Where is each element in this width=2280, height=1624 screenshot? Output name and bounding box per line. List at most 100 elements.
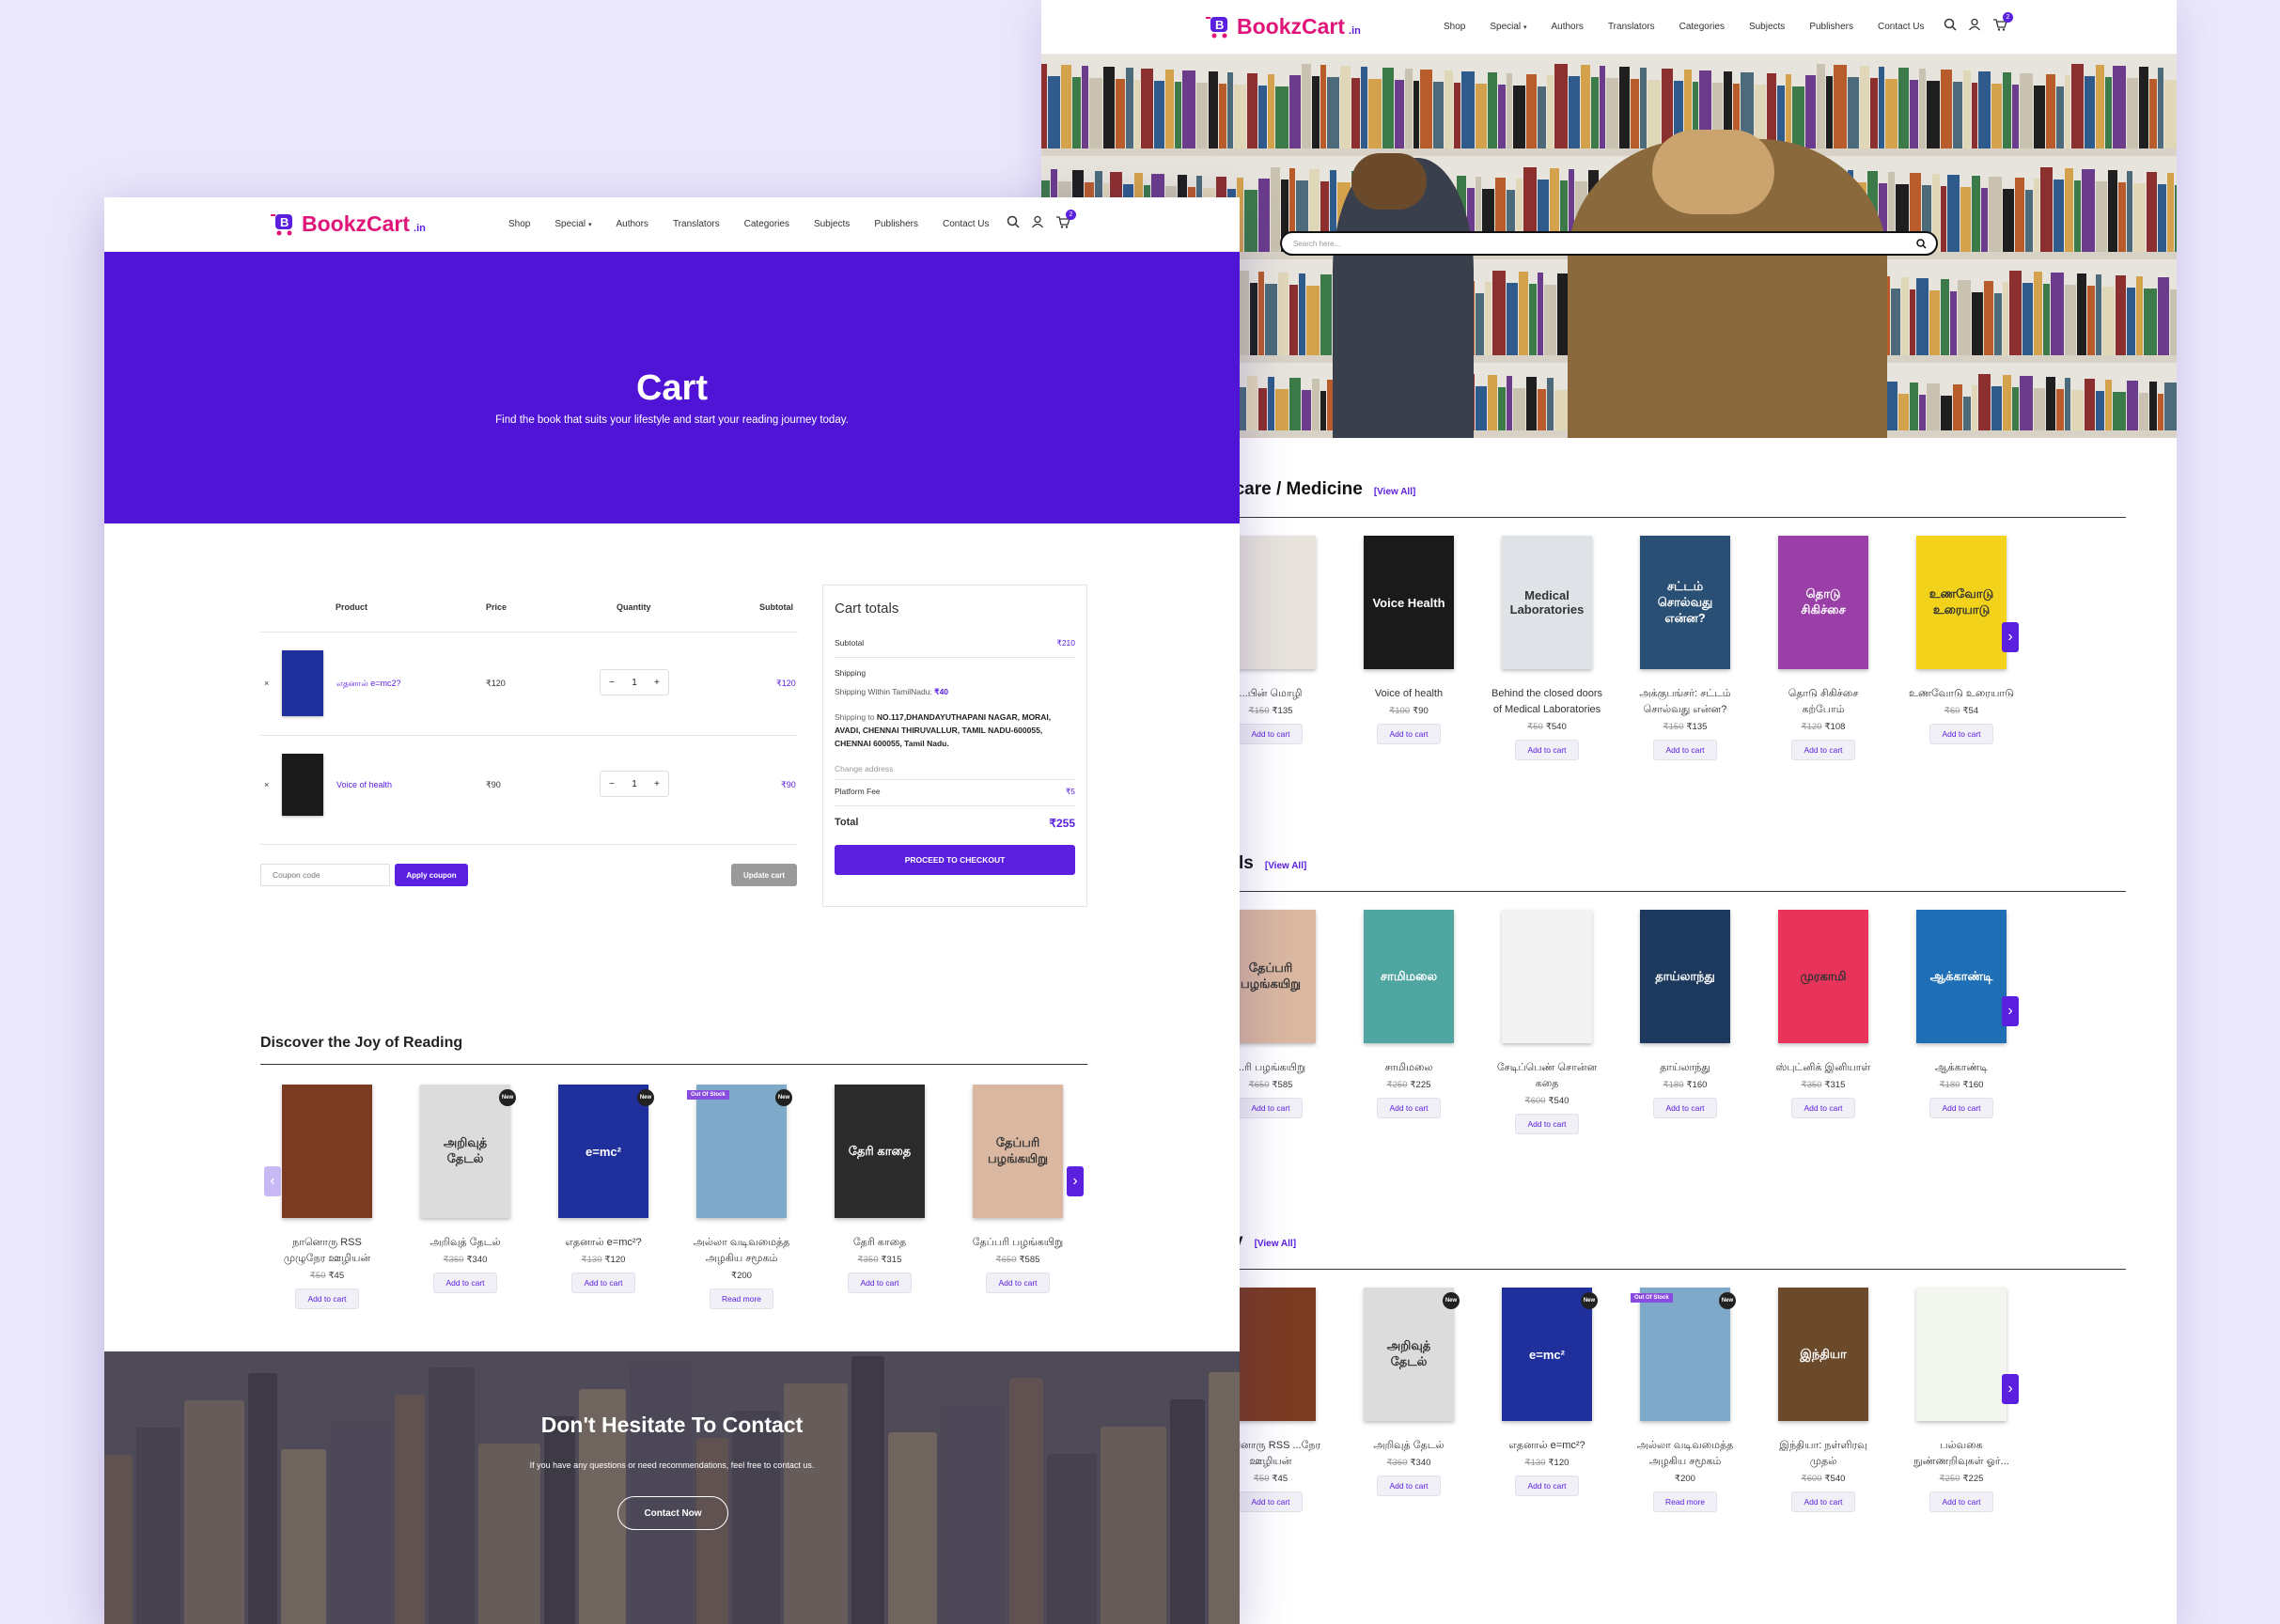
add-to-cart-button[interactable]: Add to cart — [433, 1273, 497, 1293]
item-thumbnail[interactable] — [282, 754, 323, 816]
book-title[interactable]: Voice of health — [1352, 686, 1465, 702]
book-title[interactable]: தேரி காதை — [823, 1235, 936, 1251]
add-to-cart-button[interactable]: Add to cart — [1653, 740, 1717, 760]
book-card[interactable]: New Out Of Stock அல்லா வடிவமைத்த அழகிய சமூ… — [1629, 1288, 1741, 1512]
update-cart-button[interactable]: Update cart — [731, 864, 797, 886]
add-to-cart-button[interactable]: Add to cart — [848, 1273, 912, 1293]
search-icon[interactable] — [1007, 215, 1020, 233]
add-to-cart-button[interactable]: Add to cart — [1377, 724, 1441, 744]
remove-item-button[interactable]: × — [264, 679, 269, 688]
nav-contact[interactable]: Contact Us — [1878, 22, 1924, 32]
add-to-cart-button[interactable]: Add to cart — [1791, 740, 1855, 760]
book-cover[interactable]: இந்தியா — [1778, 1288, 1868, 1421]
carousel-prev-button[interactable]: ‹ — [264, 1166, 281, 1196]
read-more-button[interactable]: Read more — [709, 1288, 774, 1309]
carousel-next-button[interactable]: › — [2002, 1374, 2019, 1404]
nav-special[interactable]: Special ▾ — [1490, 22, 1526, 32]
book-cover[interactable]: சட்டம் சொல்வது என்ன? — [1640, 536, 1730, 669]
brand-logo[interactable]: B BookzCart .in — [1205, 14, 1361, 39]
add-to-cart-button[interactable]: Add to cart — [1377, 1098, 1441, 1118]
nav-translators[interactable]: Translators — [1608, 22, 1655, 32]
book-title[interactable]: தேப்பரி பழங்கயிறு — [961, 1235, 1074, 1251]
nav-publishers[interactable]: Publishers — [874, 219, 918, 229]
brand-logo[interactable]: B BookzCart .in — [270, 211, 426, 237]
book-card[interactable]: சேடிப்பெண் சொன்ன கதை ₹600 ₹540 Add to cart — [1491, 910, 1603, 1134]
book-card[interactable]: e=mc² New எதனால் e=mc²? ₹130 ₹120 Add to cart — [547, 1085, 660, 1293]
book-cover[interactable]: உணவோடு உரையாடு — [1916, 536, 2007, 669]
book-card[interactable]: தொடு சிகிச்சை தொடு சிகிச்சை கற்போம் ₹120 ₹1… — [1767, 536, 1880, 760]
nav-categories[interactable]: Categories — [1679, 22, 1725, 32]
book-card[interactable]: அறிவுத் தேடல் New அறிவுத் தேடல் ₹360 ₹340 Add… — [1352, 1288, 1465, 1496]
search-icon[interactable] — [1944, 18, 1957, 36]
apply-coupon-button[interactable]: Apply coupon — [395, 864, 468, 886]
nav-subjects[interactable]: Subjects — [1749, 22, 1785, 32]
book-card[interactable]: ஆக்காண்டி ஆக்காண்டி ₹180 ₹160 Add to cart — [1905, 910, 2018, 1118]
nav-shop[interactable]: Shop — [1444, 22, 1465, 32]
add-to-cart-button[interactable]: Add to cart — [1929, 1491, 1993, 1512]
add-to-cart-button[interactable]: Add to cart — [1515, 1114, 1579, 1134]
book-title[interactable]: இந்தியா: நள்ளிரவு முதல் — [1767, 1438, 1880, 1470]
book-card[interactable]: பல்வகை நுண்ணறிவுகள் ஓர்... ₹250 ₹225 Add to… — [1905, 1288, 2018, 1512]
book-cover[interactable]: ஆக்காண்டி — [1916, 910, 2007, 1043]
nav-authors[interactable]: Authors — [1551, 22, 1583, 32]
add-to-cart-button[interactable]: Add to cart — [986, 1273, 1050, 1293]
nav-subjects[interactable]: Subjects — [814, 219, 850, 229]
book-card[interactable]: நானொரு RSS முழுநேர ஊழியன் ₹50 ₹45 Add to ca… — [271, 1085, 383, 1309]
book-title[interactable]: பல்வகை நுண்ணறிவுகள் ஓர்... — [1905, 1438, 2018, 1470]
cart-icon[interactable]: 2 — [1992, 12, 2013, 36]
nav-authors[interactable]: Authors — [616, 219, 648, 229]
book-cover[interactable]: Medical Laboratories — [1502, 536, 1592, 669]
item-name[interactable]: எதனால் e=mc2? — [336, 679, 401, 690]
nav-special[interactable]: Special ▾ — [554, 219, 591, 229]
add-to-cart-button[interactable]: Add to cart — [1791, 1098, 1855, 1118]
book-cover[interactable]: சாமிமலை — [1364, 910, 1454, 1043]
contact-now-button[interactable]: Contact Now — [617, 1496, 728, 1530]
book-cover[interactable]: e=mc² New — [558, 1085, 654, 1218]
book-cover[interactable]: e=mc² New — [1502, 1288, 1598, 1421]
minus-button[interactable]: − — [609, 678, 615, 688]
book-title[interactable]: சாமிமலை — [1352, 1060, 1465, 1076]
book-title[interactable]: ஆக்காண்டி — [1905, 1060, 2018, 1076]
book-cover[interactable]: தேரி காதை — [835, 1085, 925, 1218]
book-cover[interactable]: தாய்லாந்து — [1640, 910, 1730, 1043]
carousel-next-button[interactable]: › — [1067, 1166, 1084, 1196]
add-to-cart-button[interactable]: Add to cart — [1929, 1098, 1993, 1118]
book-card[interactable]: தாய்லாந்து தாய்லாந்து ₹180 ₹160 Add to cart — [1629, 910, 1741, 1118]
add-to-cart-button[interactable]: Add to cart — [1239, 724, 1303, 744]
book-title[interactable]: அறிவுத் தேடல் — [1352, 1438, 1465, 1454]
book-cover[interactable]: New Out Of Stock — [1631, 1288, 1736, 1421]
add-to-cart-button[interactable]: Add to cart — [1791, 1491, 1855, 1512]
coupon-input[interactable] — [260, 864, 390, 886]
search-input[interactable]: Search here... — [1280, 231, 1938, 256]
book-title[interactable]: தாய்லாந்து — [1629, 1060, 1741, 1076]
user-icon[interactable] — [1031, 215, 1044, 233]
book-card[interactable]: New Out Of Stock அல்லா வடிவமைத்த அழகிய சமூ… — [685, 1085, 798, 1309]
add-to-cart-button[interactable]: Add to cart — [571, 1273, 635, 1293]
book-cover[interactable] — [1916, 1288, 2007, 1421]
carousel-next-button[interactable]: › — [2002, 996, 2019, 1026]
book-card[interactable]: சட்டம் சொல்வது என்ன? அக்குபங்சர்: சட்டம் … — [1629, 536, 1741, 760]
nav-shop[interactable]: Shop — [508, 219, 530, 229]
book-title[interactable]: அக்குபங்சர்: சட்டம் சொல்வது என்ன? — [1629, 686, 1741, 718]
carousel-next-button[interactable]: › — [2002, 622, 2019, 652]
book-card[interactable]: தேப்பரி பழங்கயிறு தேப்பரி பழங்கயிறு ₹650 ₹5… — [961, 1085, 1074, 1293]
book-title[interactable]: ஸ்புட்னிக் இனியாள் — [1767, 1060, 1880, 1076]
quantity-value[interactable]: 1 — [632, 779, 637, 789]
nav-categories[interactable]: Categories — [744, 219, 789, 229]
book-cover[interactable]: தேப்பரி பழங்கயிறு — [973, 1085, 1063, 1218]
book-card[interactable]: e=mc² New எதனால் e=mc²? ₹130 ₹120 Add to cart — [1491, 1288, 1603, 1496]
book-card[interactable]: தேரி காதை தேரி காதை ₹350 ₹315 Add to cart — [823, 1085, 936, 1293]
book-cover[interactable] — [282, 1085, 372, 1218]
add-to-cart-button[interactable]: Add to cart — [1515, 1476, 1579, 1496]
book-title[interactable]: எதனால் e=mc²? — [547, 1235, 660, 1251]
add-to-cart-button[interactable]: Add to cart — [1239, 1491, 1303, 1512]
view-all-link[interactable]: [View All] — [1255, 1239, 1296, 1249]
book-card[interactable]: சாமிமலை சாமிமலை ₹250 ₹225 Add to cart — [1352, 910, 1465, 1118]
add-to-cart-button[interactable]: Add to cart — [1239, 1098, 1303, 1118]
add-to-cart-button[interactable]: Add to cart — [1653, 1098, 1717, 1118]
remove-item-button[interactable]: × — [264, 780, 269, 789]
search-icon[interactable] — [1916, 239, 1927, 251]
book-cover[interactable]: New Out Of Stock — [687, 1085, 792, 1218]
book-title[interactable]: அல்லா வடிவமைத்த அழகிய சமூகம் — [685, 1235, 798, 1267]
book-card[interactable]: இந்தியா இந்தியா: நள்ளிரவு முதல் ₹600 ₹540 Ad… — [1767, 1288, 1880, 1512]
